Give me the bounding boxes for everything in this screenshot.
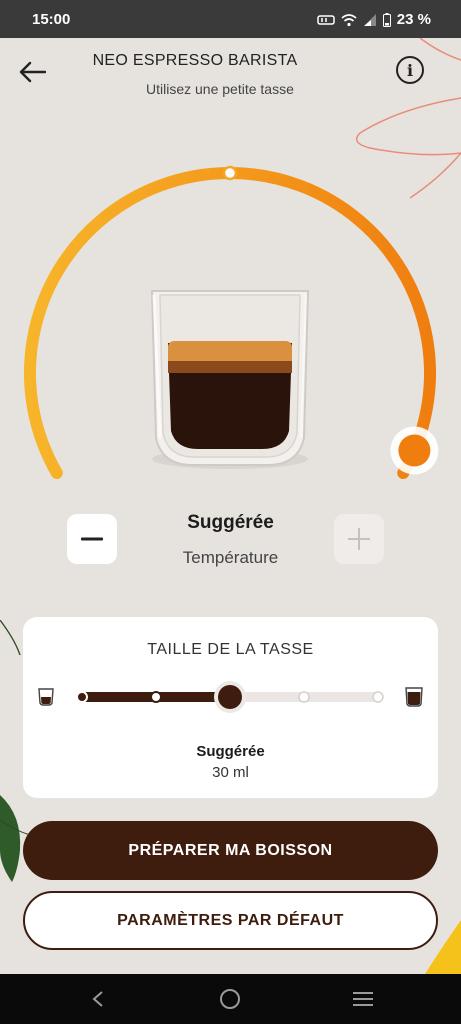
mute-icon — [317, 14, 335, 25]
info-button[interactable]: i — [396, 56, 424, 84]
nav-home-icon — [220, 989, 240, 1009]
wifi-icon — [341, 13, 357, 26]
cup-size-slider[interactable] — [23, 679, 438, 719]
slider-handle[interactable] — [218, 685, 242, 709]
temperature-value: Suggérée — [187, 512, 274, 533]
page-subtitle: Utilisez une petite tasse — [146, 81, 294, 97]
default-settings-button[interactable]: PARAMÈTRES PAR DÉFAUT — [23, 891, 438, 950]
system-nav-bar — [0, 974, 461, 1024]
cup-size-card: TAILLE DE LA TASSE Suggérée 30 ml — [23, 617, 438, 798]
nav-menu-button[interactable] — [333, 974, 393, 1024]
espresso-cup-image — [150, 290, 310, 469]
status-icons: 23 % — [317, 11, 431, 28]
minus-icon — [81, 537, 103, 541]
status-time: 15:00 — [32, 11, 71, 28]
slider-step-dot[interactable] — [298, 691, 310, 703]
temperature-marker — [222, 165, 238, 181]
status-bar: 15:00 23 % — [0, 0, 461, 38]
signal-icon — [363, 13, 376, 26]
nav-menu-icon — [353, 992, 373, 1006]
temperature-increase-button[interactable] — [334, 514, 384, 564]
plus-icon — [348, 528, 370, 550]
cup-size-title: TAILLE DE LA TASSE — [147, 641, 314, 658]
small-cup-icon — [38, 688, 54, 706]
slider-step-dot[interactable] — [150, 691, 162, 703]
cup-size-value: Suggérée — [196, 743, 265, 760]
slider-step-dot[interactable] — [372, 691, 384, 703]
large-cup-icon — [405, 687, 423, 707]
info-icon: i — [406, 60, 414, 80]
nav-home-button[interactable] — [200, 974, 260, 1024]
temperature-label: Température — [182, 548, 279, 567]
battery-percent: 23 % — [396, 11, 431, 28]
nav-back-button[interactable] — [68, 974, 128, 1024]
cup-size-volume: 30 ml — [212, 764, 249, 781]
slider-step-dot[interactable] — [76, 691, 88, 703]
nav-back-icon — [92, 991, 103, 1007]
temperature-handle[interactable] — [398, 434, 431, 467]
battery-icon — [382, 12, 391, 27]
page-title: NEO ESPRESSO BARISTA — [92, 52, 298, 69]
prepare-drink-button[interactable]: PRÉPARER MA BOISSON — [23, 821, 438, 880]
